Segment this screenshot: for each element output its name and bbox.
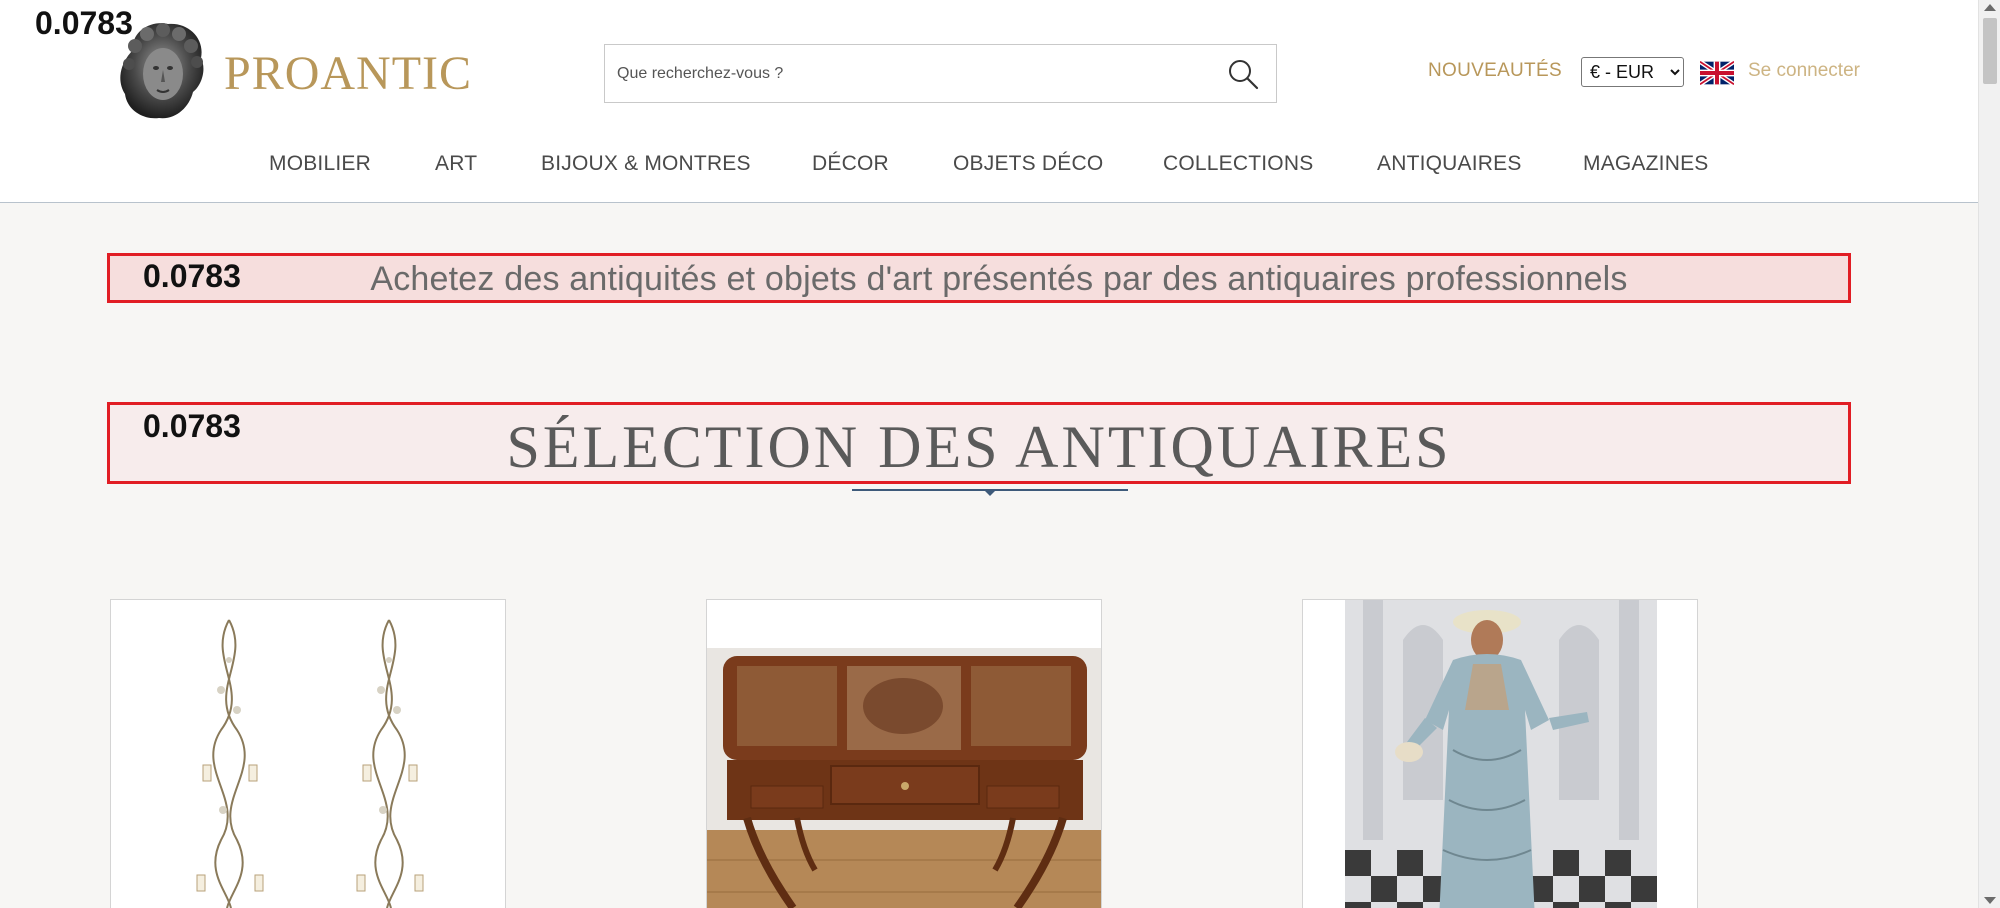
chandelier-sconces-image — [111, 600, 505, 908]
tagline-highlight: Achetez des antiquités et objets d'art p… — [107, 253, 1851, 303]
search-input[interactable] — [605, 45, 1205, 102]
brand-logo-text[interactable]: PROANTIC — [224, 46, 472, 102]
product-card[interactable] — [110, 599, 506, 908]
page-scrollbar[interactable] — [1978, 0, 2000, 908]
search-box — [604, 44, 1277, 103]
nav-item-objets-deco[interactable]: OBJETS DÉCO — [953, 152, 1103, 176]
nav-item-bijoux-montres[interactable]: BIJOUX & MONTRES — [541, 152, 751, 176]
nav-item-antiquaires[interactable]: ANTIQUAIRES — [1377, 152, 1522, 176]
site-header: PROANTIC NOUVEAUTÉS € - EUR Se connecter… — [0, 0, 1978, 203]
page: 0.0783 PROANTIC Que recherchez-vous ? NO… — [0, 0, 2000, 908]
scroll-up-icon[interactable] — [1984, 4, 1996, 11]
nav-item-magazines[interactable]: MAGAZINES — [1583, 152, 1708, 176]
nav-item-decor[interactable]: DÉCOR — [812, 152, 889, 176]
scroll-down-icon[interactable] — [1984, 897, 1996, 904]
product-card[interactable] — [706, 599, 1102, 908]
currency-select[interactable]: € - EUR — [1581, 57, 1684, 87]
score-label: 0.0783 — [35, 5, 133, 41]
wooden-vanity-table-image — [707, 600, 1101, 908]
search-icon[interactable] — [1226, 57, 1260, 91]
score-label: 0.0783 — [143, 408, 241, 444]
dressed-mannequin-figure-image — [1303, 600, 1697, 908]
section-title-highlight: SÉLECTION DES ANTIQUAIRES — [107, 402, 1851, 484]
nav-item-mobilier[interactable]: MOBILIER — [269, 152, 371, 176]
tagline-text: Achetez des antiquités et objets d'art p… — [370, 260, 1628, 298]
score-label: 0.0783 — [143, 258, 241, 294]
login-link[interactable]: Se connecter — [1748, 60, 1860, 82]
section-title: SÉLECTION DES ANTIQUAIRES — [506, 414, 1452, 480]
scroll-thumb[interactable] — [1983, 18, 1997, 84]
main-nav: MOBILIER ART BIJOUX & MONTRES DÉCOR OBJE… — [0, 140, 1978, 186]
nav-item-art[interactable]: ART — [435, 152, 477, 176]
uk-flag-icon[interactable] — [1700, 61, 1734, 85]
nav-item-collections[interactable]: COLLECTIONS — [1163, 152, 1313, 176]
nouveautes-link[interactable]: NOUVEAUTÉS — [1428, 60, 1562, 82]
product-card[interactable] — [1302, 599, 1698, 908]
title-divider-caret — [983, 489, 997, 496]
